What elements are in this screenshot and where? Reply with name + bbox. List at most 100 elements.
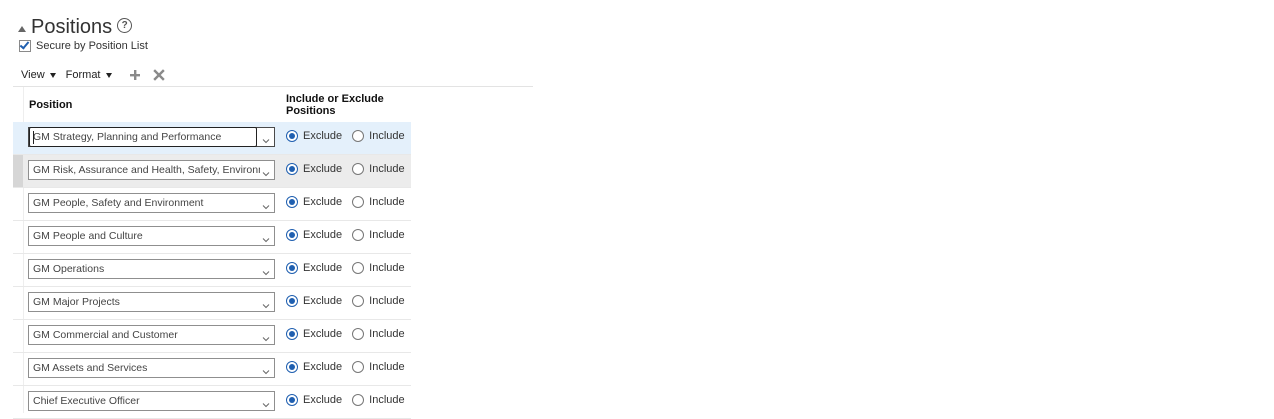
exclude-radio-label: Exclude	[303, 262, 343, 274]
include-radio[interactable]	[352, 361, 365, 373]
view-menu-label: View	[21, 69, 45, 81]
section-title: Positions	[31, 16, 113, 38]
include-exclude-radio-group: Exclude Include	[286, 361, 415, 373]
position-select-value: GM Assets and Services	[33, 362, 148, 374]
table-row[interactable]: GM People, Safety and Environment Exclude…	[13, 188, 411, 221]
exclude-radio-label: Exclude	[303, 163, 343, 175]
format-menu-label: Format	[65, 69, 101, 81]
chevron-down-icon[interactable]	[262, 165, 270, 177]
secure-checkbox[interactable]	[19, 40, 31, 52]
close-icon[interactable]	[152, 68, 166, 82]
include-radio[interactable]	[352, 130, 365, 142]
chevron-down-icon[interactable]	[262, 330, 270, 342]
position-select[interactable]: Chief Executive Officer	[28, 391, 275, 411]
row-selector[interactable]	[13, 155, 23, 187]
exclude-radio[interactable]	[286, 130, 298, 142]
include-exclude-radio-group: Exclude Include	[286, 130, 415, 142]
position-select[interactable]: GM People, Safety and Environment	[28, 193, 275, 213]
include-radio[interactable]	[352, 163, 365, 175]
position-select-value: GM Strategy, Planning and Performance	[33, 131, 222, 143]
position-select-value: Chief Executive Officer	[33, 395, 140, 407]
view-menu[interactable]: View	[21, 69, 56, 81]
include-radio[interactable]	[352, 262, 365, 274]
include-radio-label: Include	[369, 394, 405, 406]
position-select-value: GM Major Projects	[33, 296, 120, 308]
exclude-radio[interactable]	[286, 361, 298, 373]
position-select[interactable]: GM Strategy, Planning and Performance	[28, 127, 275, 147]
exclude-radio-label: Exclude	[303, 295, 343, 307]
include-exclude-radio-group: Exclude Include	[286, 295, 415, 307]
chevron-down-icon[interactable]	[262, 363, 270, 375]
exclude-radio-label: Exclude	[303, 196, 343, 208]
caret-down-icon	[49, 73, 56, 78]
include-radio-label: Include	[369, 196, 405, 208]
include-radio-label: Include	[369, 229, 405, 241]
table-row[interactable]: GM Commercial and Customer Exclude Include	[13, 320, 411, 353]
column-header-position[interactable]: Position	[29, 99, 72, 111]
include-exclude-radio-group: Exclude Include	[286, 196, 415, 208]
exclude-radio-label: Exclude	[303, 361, 343, 373]
include-exclude-radio-group: Exclude Include	[286, 163, 415, 175]
table-row[interactable]: GM Assets and Services Exclude Include	[13, 353, 411, 386]
exclude-radio[interactable]	[286, 262, 298, 274]
position-select[interactable]: GM People and Culture	[28, 226, 275, 246]
include-radio-label: Include	[369, 163, 405, 175]
position-select[interactable]: GM Major Projects	[28, 292, 275, 312]
include-radio-label: Include	[369, 295, 405, 307]
table-row[interactable]: Chief Executive Officer Exclude Include	[13, 386, 411, 419]
position-select-value: GM Operations	[33, 263, 105, 275]
include-exclude-radio-group: Exclude Include	[286, 328, 415, 340]
chevron-down-icon[interactable]	[262, 297, 270, 309]
position-select-value: GM People, Safety and Environment	[33, 197, 204, 209]
position-select[interactable]: GM Operations	[28, 259, 275, 279]
chevron-down-icon[interactable]	[262, 132, 270, 144]
exclude-radio-label: Exclude	[303, 328, 343, 340]
format-menu[interactable]: Format	[66, 69, 112, 81]
exclude-radio[interactable]	[286, 163, 298, 175]
position-select-value: GM Commercial and Customer	[33, 329, 178, 341]
exclude-radio-label: Exclude	[303, 130, 343, 142]
exclude-radio-label: Exclude	[303, 229, 343, 241]
chevron-down-icon[interactable]	[262, 396, 270, 408]
include-radio[interactable]	[352, 394, 365, 406]
include-exclude-radio-group: Exclude Include	[286, 262, 415, 274]
secure-checkbox-label: Secure by Position List	[36, 40, 148, 52]
caret-down-icon	[105, 73, 112, 78]
help-icon[interactable]: ?	[117, 18, 133, 33]
table-row[interactable]: GM People and Culture Exclude Include	[13, 221, 411, 254]
position-select[interactable]: GM Risk, Assurance and Health, Safety, E…	[28, 160, 275, 180]
exclude-radio[interactable]	[286, 295, 298, 307]
section-header: Positions ?	[18, 16, 133, 39]
include-exclude-radio-group: Exclude Include	[286, 394, 415, 406]
chevron-down-icon[interactable]	[262, 264, 270, 276]
position-select[interactable]: GM Commercial and Customer	[28, 325, 275, 345]
position-select-value: GM Risk, Assurance and Health, Safety, E…	[33, 164, 260, 176]
exclude-radio[interactable]	[286, 394, 298, 406]
include-radio[interactable]	[352, 196, 365, 208]
include-radio-label: Include	[369, 361, 405, 373]
table-row[interactable]: GM Operations Exclude Include	[13, 254, 411, 287]
position-select[interactable]: GM Assets and Services	[28, 358, 275, 378]
table-row[interactable]: GM Major Projects Exclude Include	[13, 287, 411, 320]
table-header: Position Include or Exclude Positions	[13, 87, 533, 122]
text-cursor	[33, 131, 34, 144]
position-select-value: GM People and Culture	[33, 230, 143, 242]
exclude-radio[interactable]	[286, 229, 298, 241]
chevron-down-icon[interactable]	[262, 231, 270, 243]
exclude-radio[interactable]	[286, 328, 298, 340]
table-row[interactable]: GM Risk, Assurance and Health, Safety, E…	[13, 155, 411, 188]
collapse-triangle-icon[interactable]	[18, 25, 26, 32]
include-radio[interactable]	[352, 295, 365, 307]
include-radio-label: Include	[369, 130, 405, 142]
table-toolbar: View Format	[21, 68, 170, 82]
exclude-radio[interactable]	[286, 196, 298, 208]
include-radio[interactable]	[352, 229, 365, 241]
secure-by-position-list[interactable]: Secure by Position List	[19, 40, 148, 52]
chevron-down-icon[interactable]	[262, 198, 270, 210]
column-header-include-exclude[interactable]: Include or Exclude Positions	[286, 93, 386, 117]
include-radio-label: Include	[369, 262, 405, 274]
table-body: GM Strategy, Planning and Performance Exc…	[13, 122, 411, 419]
table-row[interactable]: GM Strategy, Planning and Performance Exc…	[13, 122, 411, 155]
include-radio[interactable]	[352, 328, 365, 340]
plus-icon[interactable]	[128, 68, 142, 82]
